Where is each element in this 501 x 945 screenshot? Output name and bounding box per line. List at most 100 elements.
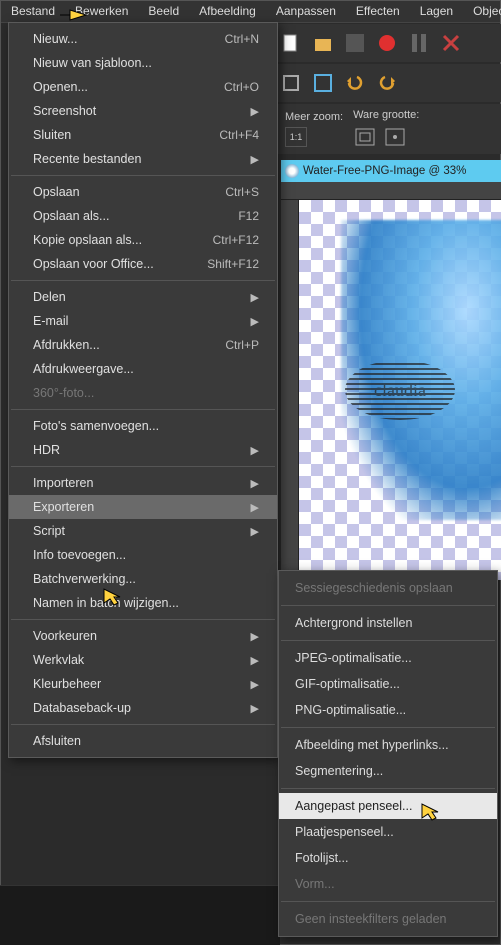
menu-separator: [281, 727, 495, 728]
menu-item-label: Kopie opslaan als...: [33, 233, 142, 247]
menu-item[interactable]: Importeren▶: [9, 471, 277, 495]
menu-item-label: Opslaan als...: [33, 209, 109, 223]
menu-item[interactable]: Opslaan voor Office...Shift+F12: [9, 252, 277, 276]
menu-separator: [11, 466, 275, 467]
menu-shortcut: Ctrl+N: [225, 32, 259, 46]
submenu-arrow-icon: ▶: [251, 525, 259, 538]
menu-item-label: Openen...: [33, 80, 88, 94]
menu-item[interactable]: Werkvlak▶: [9, 648, 277, 672]
close-icon[interactable]: [439, 31, 463, 55]
submenu-arrow-icon: ▶: [251, 105, 259, 118]
ruler-vertical: [281, 200, 299, 580]
document-tab[interactable]: Water-Free-PNG-Image @ 33%: [281, 160, 501, 182]
submenu-item[interactable]: JPEG-optimalisatie...: [279, 645, 497, 671]
submenu-item[interactable]: Aangepast penseel...: [279, 793, 497, 819]
menu-item-label: Sluiten: [33, 128, 71, 142]
open-icon[interactable]: [311, 31, 335, 55]
menu-item[interactable]: OpslaanCtrl+S: [9, 180, 277, 204]
submenu-item[interactable]: Achtergrond instellen: [279, 610, 497, 636]
menu-item-label: Voorkeuren: [33, 629, 97, 643]
menu-item[interactable]: Info toevoegen...: [9, 543, 277, 567]
menu-aanpassen[interactable]: Aanpassen: [266, 1, 346, 22]
submenu-item: Geen insteekfilters geladen: [279, 906, 497, 932]
submenu-item[interactable]: Afbeelding met hyperlinks...: [279, 732, 497, 758]
stop-icon[interactable]: [343, 31, 367, 55]
menu-item[interactable]: Kopie opslaan als...Ctrl+F12: [9, 228, 277, 252]
menu-item[interactable]: Kleurbeheer▶: [9, 672, 277, 696]
zoom-label: Meer zoom:: [285, 111, 343, 123]
undo-icon[interactable]: [343, 71, 367, 95]
submenu-item[interactable]: Segmentering...: [279, 758, 497, 784]
menu-effecten[interactable]: Effecten: [346, 1, 410, 22]
document-title: Water-Free-PNG-Image @ 33%: [303, 165, 466, 177]
zoom-1to1-icon[interactable]: 1:1: [285, 127, 307, 147]
record-icon[interactable]: [375, 31, 399, 55]
menu-item[interactable]: Script ▶: [9, 519, 277, 543]
menu-item: 360°-foto...: [9, 381, 277, 405]
crop-icon[interactable]: [279, 71, 303, 95]
menu-item[interactable]: Screenshot ▶: [9, 99, 277, 123]
menu-item[interactable]: Batchverwerking...: [9, 567, 277, 591]
menu-bestand[interactable]: Bestand: [1, 1, 65, 22]
menu-separator: [11, 175, 275, 176]
menu-item[interactable]: Databaseback-up▶: [9, 696, 277, 720]
menu-item-label: Importeren: [33, 476, 93, 490]
menu-item[interactable]: Foto's samenvoegen...: [9, 414, 277, 438]
menu-item[interactable]: Voorkeuren▶: [9, 624, 277, 648]
submenu-arrow-icon: ▶: [251, 315, 259, 328]
menu-item[interactable]: Afdrukken...Ctrl+P: [9, 333, 277, 357]
submenu-arrow-icon: ▶: [251, 501, 259, 514]
submenu-arrow-icon: ▶: [251, 153, 259, 166]
menu-item-label: Delen: [33, 290, 66, 304]
submenu-item[interactable]: GIF-optimalisatie...: [279, 671, 497, 697]
menu-item[interactable]: Nieuw van sjabloon...: [9, 51, 277, 75]
menu-item[interactable]: Afsluiten: [9, 729, 277, 753]
submenu-item[interactable]: Fotolijst...: [279, 845, 497, 871]
pause-icon[interactable]: [407, 31, 431, 55]
menu-afbeelding[interactable]: Afbeelding: [189, 1, 266, 22]
menu-bewerken[interactable]: Bewerken: [65, 1, 138, 22]
menu-item[interactable]: Sluiten Ctrl+F4: [9, 123, 277, 147]
menu-separator: [281, 788, 495, 789]
canvas[interactable]: claudia: [299, 200, 501, 580]
bottom-panel: [0, 885, 280, 945]
menu-item[interactable]: E-mail▶: [9, 309, 277, 333]
menu-item-label: Script: [33, 524, 65, 538]
menu-objecten[interactable]: Objecten: [463, 1, 501, 22]
menu-item[interactable]: Exporteren ▶: [9, 495, 277, 519]
submenu-arrow-icon: ▶: [251, 654, 259, 667]
toolbar-1: [271, 24, 501, 62]
menubar: BestandBewerkenBeeldAfbeeldingAanpassenE…: [1, 1, 500, 23]
menu-item[interactable]: Namen in batch wijzigen...: [9, 591, 277, 615]
menu-separator: [281, 901, 495, 902]
menu-item[interactable]: Delen▶: [9, 285, 277, 309]
document-icon: [285, 164, 299, 178]
redo-icon[interactable]: [375, 71, 399, 95]
menu-lagen[interactable]: Lagen: [410, 1, 463, 22]
menu-item[interactable]: Recente bestanden▶: [9, 147, 277, 171]
menu-item-label: Afdrukweergave...: [33, 362, 134, 376]
menu-shortcut: F12: [238, 209, 259, 223]
fit-icon[interactable]: [311, 71, 335, 95]
menu-item[interactable]: Opslaan als... F12: [9, 204, 277, 228]
menu-item[interactable]: HDR▶: [9, 438, 277, 462]
menu-item-label: Screenshot: [33, 104, 96, 118]
fit-screen-icon[interactable]: [383, 125, 407, 149]
menu-beeld[interactable]: Beeld: [138, 1, 189, 22]
menu-item-label: Nieuw van sjabloon...: [33, 56, 152, 70]
menu-shortcut: Ctrl+F4: [219, 128, 259, 142]
menu-item-label: Foto's samenvoegen...: [33, 419, 159, 433]
menu-item[interactable]: Nieuw...Ctrl+N: [9, 27, 277, 51]
menu-item-label: Exporteren: [33, 500, 94, 514]
menu-item[interactable]: Afdrukweergave...: [9, 357, 277, 381]
new-icon[interactable]: [279, 31, 303, 55]
menu-item[interactable]: Openen...Ctrl+O: [9, 75, 277, 99]
menu-item-label: 360°-foto...: [33, 386, 94, 400]
menu-separator: [281, 640, 495, 641]
menu-item-label: Afdrukken...: [33, 338, 100, 352]
fit-window-icon[interactable]: [353, 125, 377, 149]
submenu-item[interactable]: Plaatjespenseel...: [279, 819, 497, 845]
menu-item-label: HDR: [33, 443, 60, 457]
watermark: claudia: [345, 360, 455, 420]
submenu-item[interactable]: PNG-optimalisatie...: [279, 697, 497, 723]
